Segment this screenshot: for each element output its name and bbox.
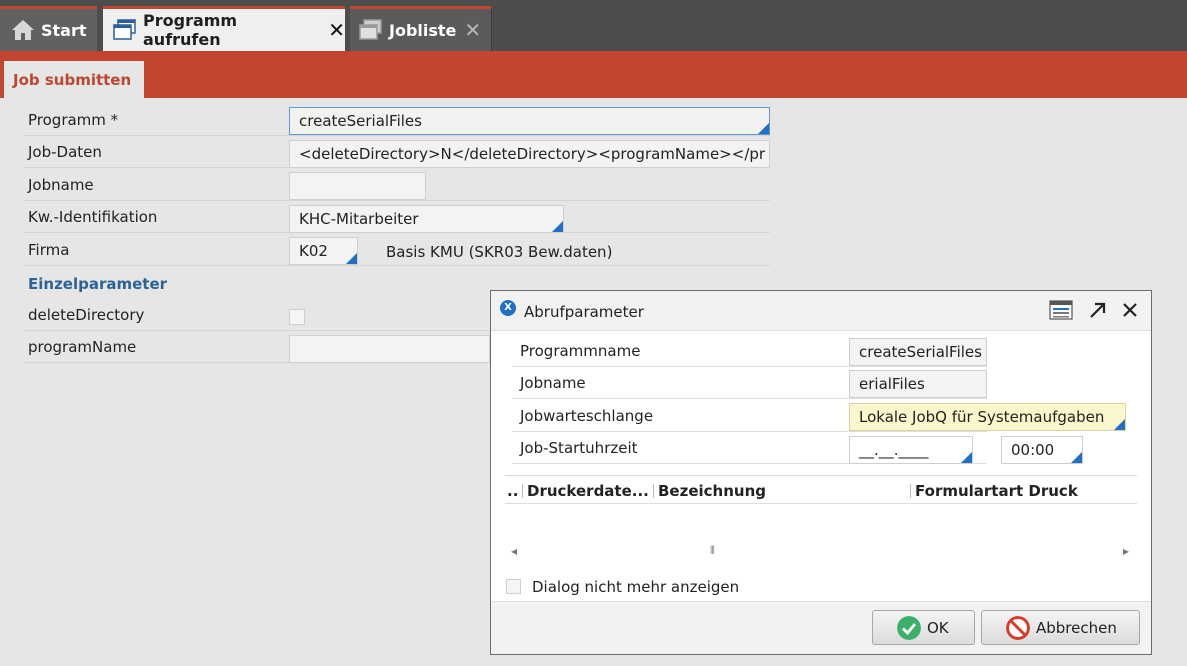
programname-input[interactable] bbox=[289, 335, 490, 363]
tab-job-submitten[interactable]: Job submitten bbox=[4, 61, 144, 98]
startuhrzeit-label: Job-Startuhrzeit bbox=[520, 439, 638, 457]
grid-col-druckerdatei[interactable]: Druckerdate... bbox=[527, 482, 649, 500]
scroll-thumb-grip[interactable]: ⦀ bbox=[710, 544, 715, 558]
check-icon bbox=[897, 615, 921, 640]
dialog-jobname-input[interactable]: erialFiles bbox=[849, 370, 987, 398]
printer-grid-header: .. Druckerdate... Bezeichnung Formularta… bbox=[505, 475, 1137, 504]
ok-button[interactable]: OK bbox=[872, 610, 975, 645]
ok-label: OK bbox=[927, 618, 949, 637]
close-icon[interactable] bbox=[1122, 302, 1138, 318]
form-row-deletedirectory: deleteDirectory bbox=[24, 301, 490, 331]
start-date-input[interactable]: __.__.____ bbox=[849, 436, 973, 464]
home-icon bbox=[12, 20, 34, 40]
list-settings-icon[interactable] bbox=[1049, 300, 1073, 320]
tab-start[interactable]: Start bbox=[0, 6, 97, 51]
jobwarteschlange-select[interactable]: Lokale JobQ für Systemaufgaben bbox=[849, 403, 1126, 431]
firma-description: Basis KMU (SKR03 Bew.daten) bbox=[386, 243, 613, 261]
abrufparameter-dialog: X Abrufparameter Programmname createSeri… bbox=[490, 290, 1152, 655]
grid-col-divider[interactable] bbox=[910, 484, 911, 498]
top-tab-bar: Start Programm aufrufen ✕ Jobliste ✕ bbox=[0, 0, 1187, 51]
programmname-field: createSerialFiles bbox=[849, 338, 987, 366]
programname-label: programName bbox=[28, 338, 137, 356]
close-icon[interactable]: ✕ bbox=[464, 20, 481, 40]
grid-col-bezeichnung[interactable]: Bezeichnung bbox=[658, 482, 766, 500]
dialog-footer: OK Abbrechen bbox=[491, 601, 1151, 654]
scroll-right-arrow[interactable]: ▸ bbox=[1123, 544, 1129, 558]
dialog-title: Abrufparameter bbox=[524, 303, 644, 321]
cancel-button[interactable]: Abbrechen bbox=[981, 610, 1140, 645]
jobname-input[interactable] bbox=[289, 172, 426, 200]
dont-show-again-label: Dialog nicht mehr anzeigen bbox=[532, 578, 740, 596]
deletedirectory-label: deleteDirectory bbox=[28, 306, 145, 324]
section-einzelparameter: Einzelparameter bbox=[28, 275, 168, 293]
dialog-jobname-label: Jobname bbox=[520, 374, 586, 392]
scroll-left-arrow[interactable]: ◂ bbox=[511, 544, 517, 558]
close-icon[interactable]: ✕ bbox=[328, 20, 345, 40]
cancel-label: Abbrechen bbox=[1036, 618, 1117, 637]
jobdaten-input[interactable]: <deleteDirectory>N</deleteDirectory><pro… bbox=[289, 140, 770, 168]
header-band: Job submitten bbox=[0, 51, 1187, 98]
dont-show-again-checkbox[interactable] bbox=[506, 579, 521, 594]
grid-col-select[interactable]: .. bbox=[507, 482, 518, 500]
tab-programm-aufrufen[interactable]: Programm aufrufen ✕ bbox=[103, 6, 345, 51]
deletedirectory-checkbox[interactable] bbox=[289, 309, 305, 325]
programmname-label: Programmname bbox=[520, 342, 641, 360]
cancel-icon bbox=[1006, 615, 1030, 640]
kw-label: Kw.-Identifikation bbox=[28, 208, 158, 226]
grid-col-divider[interactable] bbox=[522, 484, 523, 498]
app-icon: X bbox=[500, 300, 516, 316]
programm-label: Programm * bbox=[28, 111, 119, 129]
programm-input[interactable]: createSerialFiles bbox=[289, 107, 770, 135]
jobdaten-label: Job-Daten bbox=[28, 143, 102, 161]
window-icon bbox=[359, 19, 382, 40]
jobwarteschlange-label: Jobwarteschlange bbox=[520, 407, 654, 425]
firma-label: Firma bbox=[28, 241, 70, 259]
start-time-input[interactable]: 00:00 bbox=[1001, 436, 1083, 464]
kw-identifikation-select[interactable]: KHC-Mitarbeiter bbox=[289, 205, 564, 233]
tab-programm-aufrufen-label: Programm aufrufen bbox=[143, 11, 238, 49]
tab-start-label: Start bbox=[41, 20, 87, 40]
grid-col-formularart[interactable]: Formulartart Druck bbox=[915, 482, 1078, 500]
tab-jobliste[interactable]: Jobliste ✕ bbox=[350, 6, 492, 51]
grid-col-divider[interactable] bbox=[653, 484, 654, 498]
window-icon bbox=[113, 19, 136, 40]
firma-select[interactable]: K02 bbox=[289, 237, 358, 265]
dialog-titlebar[interactable]: X Abrufparameter bbox=[491, 291, 1151, 331]
jobname-label: Jobname bbox=[28, 176, 94, 194]
tab-jobliste-label: Jobliste bbox=[389, 20, 457, 40]
expand-arrow-icon[interactable] bbox=[1089, 302, 1106, 319]
